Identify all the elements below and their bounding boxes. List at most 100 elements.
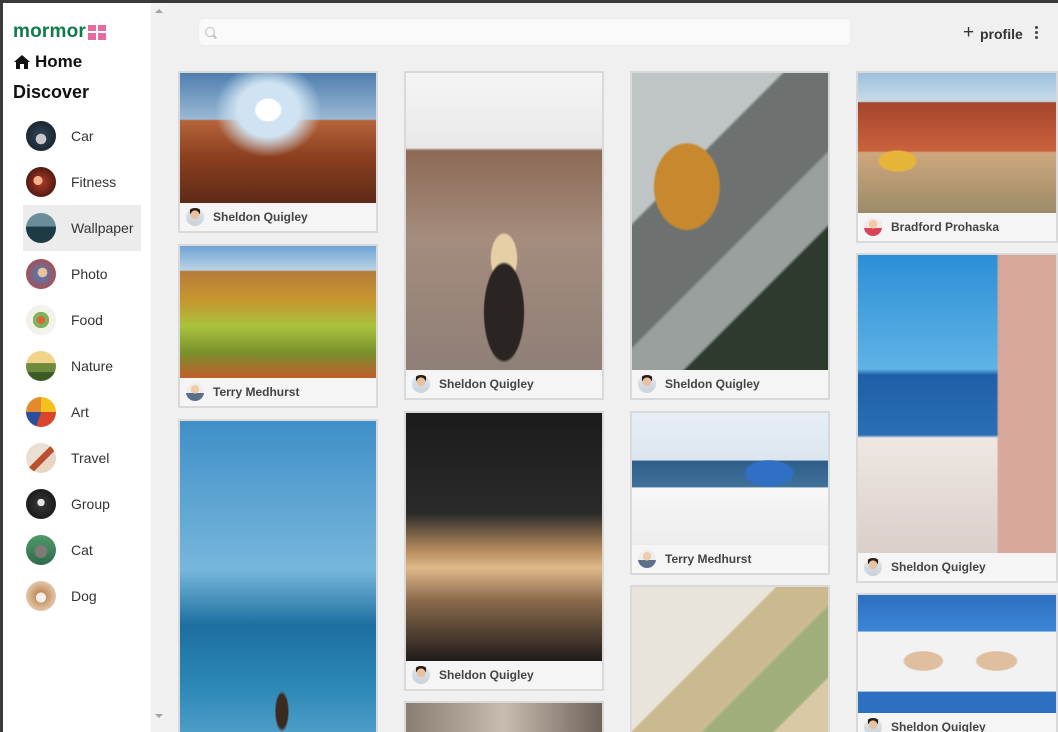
category-item-group[interactable]: Group [23, 481, 141, 527]
search-input[interactable] [223, 23, 843, 43]
pin-image[interactable] [858, 255, 1056, 555]
pin-image[interactable] [858, 73, 1056, 215]
sidebar-scrollbar[interactable] [151, 3, 168, 732]
pin-image[interactable] [632, 587, 828, 732]
category-item-car[interactable]: Car [23, 113, 141, 159]
pin-card[interactable]: Sheldon Quigley [178, 71, 378, 233]
home-label: Home [35, 52, 83, 71]
profile-link[interactable]: profile [980, 26, 1023, 42]
app-window: mormor Home Discover Car Fitness Wallpap… [3, 3, 1058, 732]
pin-card[interactable]: Sheldon Quigley [630, 71, 830, 400]
category-label: Wallpaper [71, 220, 134, 236]
category-item-fitness[interactable]: Fitness [23, 159, 141, 205]
brand-logo-icon [88, 24, 106, 40]
group-thumbnail [26, 489, 56, 519]
pin-author[interactable]: Sheldon Quigley [858, 713, 1056, 732]
category-item-travel[interactable]: Travel [23, 435, 141, 481]
category-label: Cat [71, 542, 93, 558]
pin-card[interactable] [404, 701, 604, 732]
category-item-wallpaper[interactable]: Wallpaper [23, 205, 141, 251]
search-box[interactable] [198, 18, 851, 46]
pin-author[interactable]: Terry Medhurst [180, 378, 376, 406]
pin-author[interactable]: Sheldon Quigley [406, 370, 602, 398]
photo-thumbnail [26, 259, 56, 289]
scroll-down-icon[interactable] [155, 714, 163, 718]
pin-card[interactable] [630, 585, 830, 732]
pin-image[interactable] [180, 73, 376, 205]
category-item-nature[interactable]: Nature [23, 343, 141, 389]
pin-author[interactable]: Sheldon Quigley [406, 661, 602, 689]
category-list: Car Fitness Wallpaper Photo Food Nature [23, 113, 141, 619]
author-name: Sheldon Quigley [439, 668, 534, 682]
dog-thumbnail [26, 581, 56, 611]
sidebar: mormor Home Discover Car Fitness Wallpap… [3, 3, 151, 732]
category-label: Nature [71, 358, 114, 374]
pin-card[interactable]: Sheldon Quigley [404, 71, 604, 400]
pin-author[interactable]: Terry Medhurst [632, 545, 828, 573]
author-avatar [864, 718, 882, 732]
author-avatar [186, 383, 204, 401]
category-item-dog[interactable]: Dog [23, 573, 141, 619]
author-name: Sheldon Quigley [665, 377, 760, 391]
brand[interactable]: mormor [13, 21, 106, 43]
category-label: Food [71, 312, 103, 328]
home-link[interactable]: Home [13, 52, 82, 72]
pin-feed: Sheldon Quigley Terry Medhurst Sheldon Q… [168, 63, 1058, 732]
author-avatar [412, 375, 430, 393]
author-name: Sheldon Quigley [213, 210, 308, 224]
author-avatar [412, 666, 430, 684]
nature-thumbnail [26, 351, 56, 381]
pin-image[interactable] [406, 703, 602, 732]
author-avatar [864, 558, 882, 576]
fitness-thumbnail [26, 167, 56, 197]
category-label: Car [71, 128, 94, 144]
category-item-art[interactable]: Art [23, 389, 141, 435]
author-name: Terry Medhurst [213, 385, 300, 399]
author-name: Sheldon Quigley [891, 720, 986, 732]
category-label: Dog [71, 588, 97, 604]
pin-card[interactable]: Terry Medhurst [178, 244, 378, 408]
pin-card[interactable]: Sheldon Quigley [404, 411, 604, 691]
car-thumbnail [26, 121, 56, 151]
home-icon [14, 55, 30, 69]
pin-card[interactable]: Sheldon Quigley [856, 253, 1058, 583]
brand-name: mormor [13, 21, 86, 42]
pin-image[interactable] [406, 73, 602, 372]
wallpaper-thumbnail [26, 213, 56, 243]
author-name: Sheldon Quigley [891, 560, 986, 574]
category-item-photo[interactable]: Photo [23, 251, 141, 297]
category-label: Photo [71, 266, 108, 282]
category-label: Travel [71, 450, 110, 466]
pin-card[interactable]: Sheldon Quigley [856, 593, 1058, 732]
pin-image[interactable] [632, 413, 828, 547]
pin-card[interactable]: Bradford Prohaska [856, 71, 1058, 243]
pin-image[interactable] [858, 595, 1056, 715]
pin-card[interactable] [178, 419, 378, 732]
category-item-cat[interactable]: Cat [23, 527, 141, 573]
pin-image[interactable] [180, 421, 376, 732]
pin-author[interactable]: Sheldon Quigley [858, 553, 1056, 581]
add-pin-button[interactable]: + [963, 23, 974, 42]
author-name: Sheldon Quigley [439, 377, 534, 391]
pin-author[interactable]: Sheldon Quigley [180, 203, 376, 231]
pin-author[interactable]: Sheldon Quigley [632, 370, 828, 398]
author-avatar [864, 218, 882, 236]
pin-image[interactable] [406, 413, 602, 663]
pin-image[interactable] [632, 73, 828, 372]
category-label: Group [71, 496, 110, 512]
pin-image[interactable] [180, 246, 376, 380]
author-avatar [638, 550, 656, 568]
cat-thumbnail [26, 535, 56, 565]
pin-author[interactable]: Bradford Prohaska [858, 213, 1056, 241]
category-item-food[interactable]: Food [23, 297, 141, 343]
scroll-up-icon[interactable] [155, 9, 163, 13]
author-name: Terry Medhurst [665, 552, 752, 566]
category-label: Fitness [71, 174, 117, 190]
pin-card[interactable]: Terry Medhurst [630, 411, 830, 575]
category-label: Art [71, 404, 89, 420]
art-thumbnail [26, 397, 56, 427]
more-options-icon[interactable] [1035, 26, 1039, 40]
top-bar: + profile [168, 3, 1058, 63]
search-icon [205, 27, 215, 37]
travel-thumbnail [26, 443, 56, 473]
